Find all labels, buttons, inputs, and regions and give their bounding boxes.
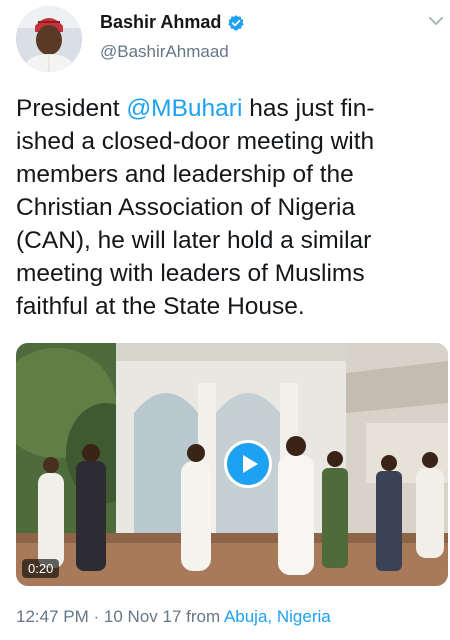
- tweet-date: 10 Nov 17: [103, 607, 182, 626]
- author-display-name[interactable]: Bashir Ahmad: [100, 12, 221, 33]
- meta-separator: ·: [93, 607, 100, 626]
- avatar[interactable]: [16, 6, 82, 72]
- video-player[interactable]: 0:20: [16, 343, 448, 586]
- video-duration-badge: 0:20: [22, 559, 60, 578]
- tweet-text-segment: President: [16, 95, 127, 122]
- mention-link[interactable]: @MBuhari: [126, 95, 242, 122]
- tweet-text: President @MBuhari has just fin- ished a…: [16, 92, 441, 323]
- play-icon: [243, 455, 258, 473]
- author-handle[interactable]: @BashirAhmaad: [100, 42, 229, 62]
- tweet-time: 12:47 PM: [16, 607, 89, 626]
- location-link[interactable]: Abuja, Nigeria: [224, 607, 331, 626]
- play-button[interactable]: [224, 440, 272, 488]
- tweet-text-segment: has just fin- ished a closed-door meetin…: [16, 95, 375, 320]
- tweet-meta: 12:47 PM · 10 Nov 17 from Abuja, Nigeria: [16, 607, 331, 627]
- author-name-row[interactable]: Bashir Ahmad: [100, 12, 245, 33]
- verified-badge-icon: [227, 14, 245, 32]
- from-label: from: [186, 607, 221, 626]
- tweet-card: Bashir Ahmad @BashirAhmaad President @MB…: [0, 0, 450, 640]
- chevron-down-icon[interactable]: [428, 14, 444, 26]
